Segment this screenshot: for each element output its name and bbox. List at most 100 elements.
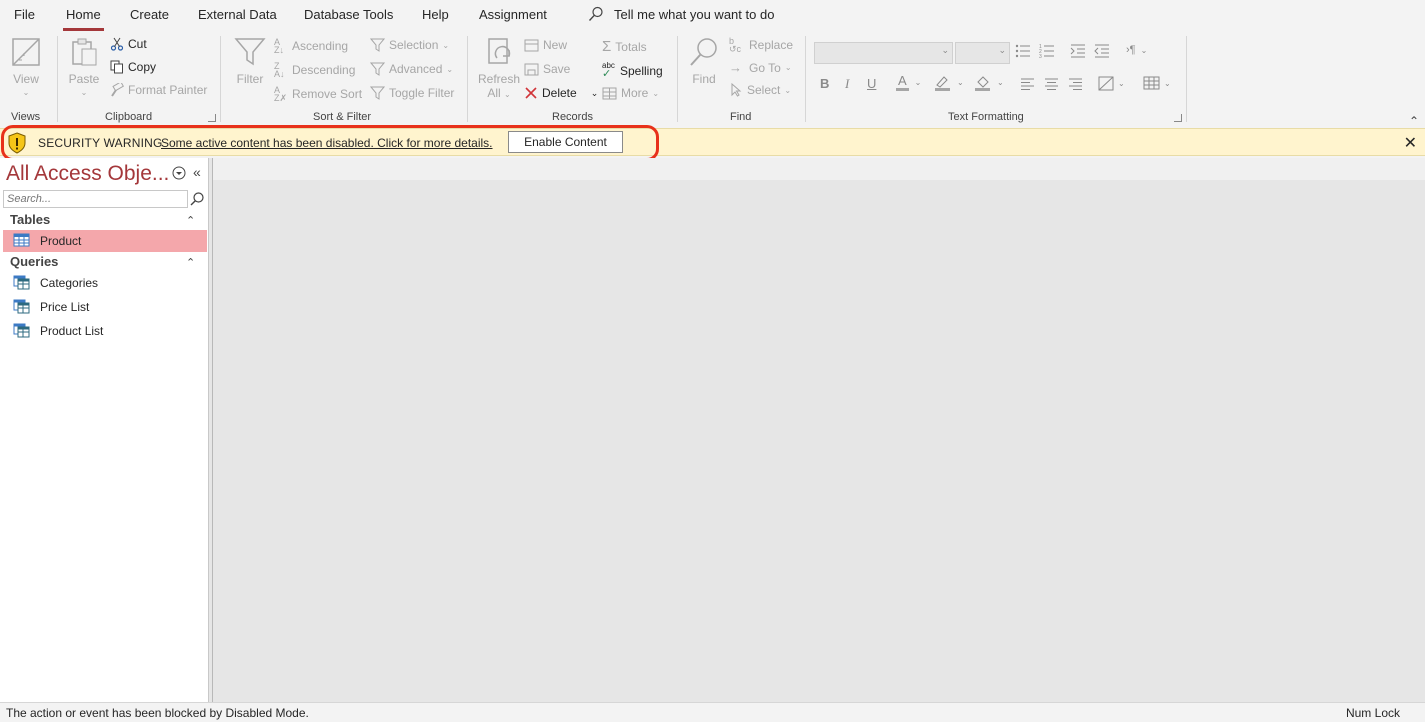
paragraph-direction-icon[interactable]: ›¶ ⌄ (1126, 44, 1147, 56)
query-icon (13, 323, 30, 338)
selection-button[interactable]: Selection ⌄ (370, 38, 449, 52)
more-button[interactable]: More ⌄ (602, 86, 659, 100)
collapse-group-icon[interactable]: ⌃ (186, 256, 195, 269)
funnel-icon (234, 38, 266, 66)
divider (677, 36, 678, 122)
collapse-group-icon[interactable]: ⌃ (186, 214, 195, 227)
highlight-color-button[interactable]: ⌄ (934, 74, 964, 91)
tab-file[interactable]: File (14, 7, 35, 22)
navigation-pane: All Access Obje... « Tables ⌃ Product Qu… (0, 158, 208, 702)
group-label-find: Find (730, 111, 752, 123)
svg-text:3: 3 (1039, 54, 1042, 58)
selection-label: Selection (389, 38, 439, 52)
nav-item-product-list[interactable]: Product List (3, 320, 207, 342)
replace-button[interactable]: b ↺c Replace (729, 36, 793, 54)
select-button[interactable]: Select ⌄ (729, 83, 791, 97)
nav-item-categories[interactable]: Categories (3, 272, 207, 294)
totals-button[interactable]: Σ Totals (602, 38, 647, 55)
chevron-down-icon: ⌄ (957, 78, 964, 87)
align-right-icon[interactable] (1068, 78, 1083, 90)
alternate-row-color-button[interactable]: ⌄ (1098, 76, 1125, 91)
decrease-indent-icon[interactable] (1094, 44, 1110, 58)
increase-indent-icon[interactable] (1070, 44, 1086, 58)
clipboard-dialog-launcher[interactable] (208, 114, 216, 122)
tab-external-data[interactable]: External Data (198, 7, 277, 22)
chevron-down-icon: ⌄ (590, 87, 599, 98)
align-center-icon[interactable] (1044, 78, 1059, 90)
advanced-button[interactable]: Advanced ⌄ (370, 62, 453, 76)
magnifier-icon (690, 38, 717, 66)
nav-group-queries[interactable]: Queries (10, 254, 58, 269)
view-icon (12, 38, 40, 66)
collapse-ribbon-icon[interactable]: ⌃ (1409, 114, 1419, 128)
descending-button[interactable]: Z A↓ Descending (274, 62, 356, 79)
view-label: View (13, 72, 39, 86)
font-color-button[interactable]: A ⌄ (896, 74, 921, 91)
ascending-button[interactable]: A Z↓ Ascending (274, 37, 349, 55)
spelling-button[interactable]: abc ✓ Spelling (602, 62, 663, 80)
font-size-dropdown[interactable]: ⌄ (955, 42, 1010, 64)
fill-color-button[interactable]: ⌄ (974, 74, 1004, 91)
filter-button[interactable]: Filter (234, 36, 266, 86)
nav-item-product[interactable]: Product (3, 230, 207, 252)
delete-record-button[interactable]: Delete ⌄ (524, 86, 598, 100)
italic-button[interactable]: I (845, 76, 849, 92)
grid-icon (602, 87, 617, 99)
align-left-icon[interactable] (1020, 78, 1035, 90)
status-bar: The action or event has been blocked by … (0, 702, 1425, 722)
ascending-label: Ascending (292, 39, 349, 53)
cut-button[interactable]: Cut (110, 37, 147, 51)
sigma-icon: Σ (602, 38, 612, 55)
tell-me-box[interactable]: Tell me what you want to do (588, 6, 774, 22)
bold-button[interactable]: B (820, 76, 829, 91)
toggle-filter-button[interactable]: Toggle Filter (370, 86, 454, 100)
document-area (213, 158, 1425, 702)
sort-ascending-icon: A Z↓ (274, 37, 284, 55)
group-label-clipboard: Clipboard (105, 111, 153, 123)
divider (805, 36, 806, 122)
shutter-bar-close-icon[interactable]: « (193, 164, 201, 180)
tab-database-tools[interactable]: Database Tools (304, 7, 393, 22)
remove-sort-label: Remove Sort (292, 87, 363, 101)
format-painter-button[interactable]: Format Painter (110, 83, 207, 97)
tab-assignment[interactable]: Assignment (479, 7, 547, 22)
descending-label: Descending (292, 63, 356, 77)
font-name-dropdown[interactable]: ⌄ (814, 42, 953, 64)
nav-group-tables[interactable]: Tables (10, 212, 50, 227)
gridlines-button[interactable]: ⌄ (1143, 76, 1171, 90)
text-formatting-dialog-launcher[interactable] (1174, 114, 1182, 122)
cursor-icon (731, 83, 742, 97)
remove-sort-button[interactable]: A Z✗ Remove Sort (274, 86, 363, 103)
nav-item-label: Product List (40, 324, 104, 338)
save-record-button[interactable]: Save (524, 62, 570, 76)
nav-menu-dropdown-icon[interactable] (172, 166, 186, 180)
copy-button[interactable]: Copy (110, 60, 156, 74)
view-button[interactable]: View ⌄ (10, 36, 42, 97)
paste-button[interactable]: Paste ⌄ (68, 36, 100, 97)
underline-button[interactable]: U (867, 76, 876, 91)
divider (467, 36, 468, 122)
numbering-icon[interactable]: 123 (1039, 44, 1055, 58)
query-icon (13, 299, 30, 314)
new-record-button[interactable]: New (524, 38, 567, 52)
chevron-down-icon: ⌄ (784, 63, 792, 72)
refresh-all-button[interactable]: Refresh All ⌄ (478, 36, 520, 100)
close-icon[interactable]: ✕ (1404, 133, 1417, 153)
format-painter-label: Format Painter (128, 83, 208, 97)
find-button[interactable]: Find (688, 36, 720, 86)
chevron-down-icon: ⌄ (80, 88, 88, 97)
bullets-icon[interactable] (1015, 44, 1031, 58)
spelling-label: Spelling (620, 63, 663, 78)
tab-create[interactable]: Create (130, 7, 169, 22)
selection-filter-icon (370, 38, 385, 52)
replace-icon: b ↺c (729, 36, 742, 54)
divider (220, 36, 221, 122)
tab-help[interactable]: Help (422, 7, 449, 22)
navigation-pane-title[interactable]: All Access Obje... (6, 162, 169, 186)
nav-search-input[interactable] (3, 190, 188, 208)
divider (57, 36, 58, 122)
search-icon[interactable] (188, 190, 206, 208)
nav-item-price-list[interactable]: Price List (3, 296, 207, 318)
goto-button[interactable]: → Go To ⌄ (729, 60, 792, 75)
tab-home[interactable]: Home (63, 7, 104, 31)
